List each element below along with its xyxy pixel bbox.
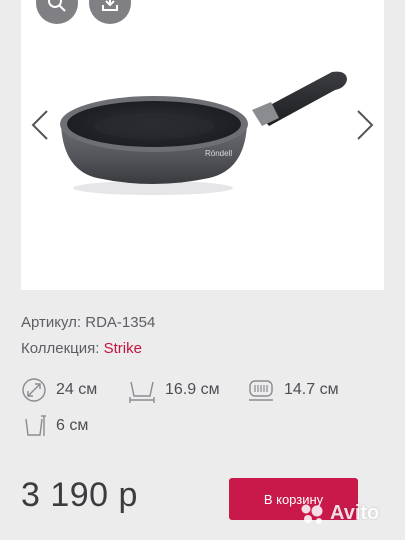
pan-bottom-icon bbox=[129, 381, 155, 403]
download-icon bbox=[102, 0, 118, 11]
chevron-left-icon[interactable] bbox=[29, 108, 51, 142]
height-value: 6 см bbox=[56, 417, 89, 434]
bottom-diameter-value: 16.9 см bbox=[165, 381, 220, 398]
spec-induction-diameter: 14.7 см bbox=[247, 377, 339, 403]
avito-logo-icon bbox=[301, 504, 323, 524]
induction-diameter-value: 14.7 см bbox=[284, 381, 339, 398]
spec-bottom-diameter: 16.9 см bbox=[128, 377, 220, 403]
product-info: Артикул: RDA-1354 Коллекция: Strike bbox=[21, 313, 155, 365]
collection-link[interactable]: Strike bbox=[104, 340, 142, 357]
product-gallery: Röndell bbox=[21, 0, 384, 290]
spec-diameter: 24 см bbox=[21, 377, 97, 403]
article-label: Артикул: bbox=[21, 314, 82, 331]
spec-height: 6 см bbox=[21, 413, 88, 439]
magnifier-icon bbox=[48, 0, 66, 12]
diameter-icon bbox=[22, 378, 46, 402]
article-value: RDA-1354 bbox=[85, 314, 156, 331]
article-row: Артикул: RDA-1354 bbox=[21, 313, 155, 339]
zoom-button[interactable] bbox=[36, 0, 78, 24]
price: 3 190 р bbox=[21, 476, 138, 514]
watermark-text: Avito bbox=[330, 502, 380, 524]
avito-watermark: Avito bbox=[300, 502, 379, 525]
frying-pan-photo: Röndell bbox=[60, 71, 347, 195]
diameter-value: 24 см bbox=[56, 381, 98, 398]
collection-row: Коллекция: Strike bbox=[21, 339, 155, 365]
download-button[interactable] bbox=[89, 0, 131, 24]
collection-label: Коллекция: bbox=[21, 340, 100, 357]
pan-brand-text: Röndell bbox=[205, 149, 232, 158]
height-icon bbox=[25, 415, 46, 436]
induction-icon bbox=[249, 380, 273, 401]
chevron-right-icon[interactable] bbox=[354, 108, 376, 142]
